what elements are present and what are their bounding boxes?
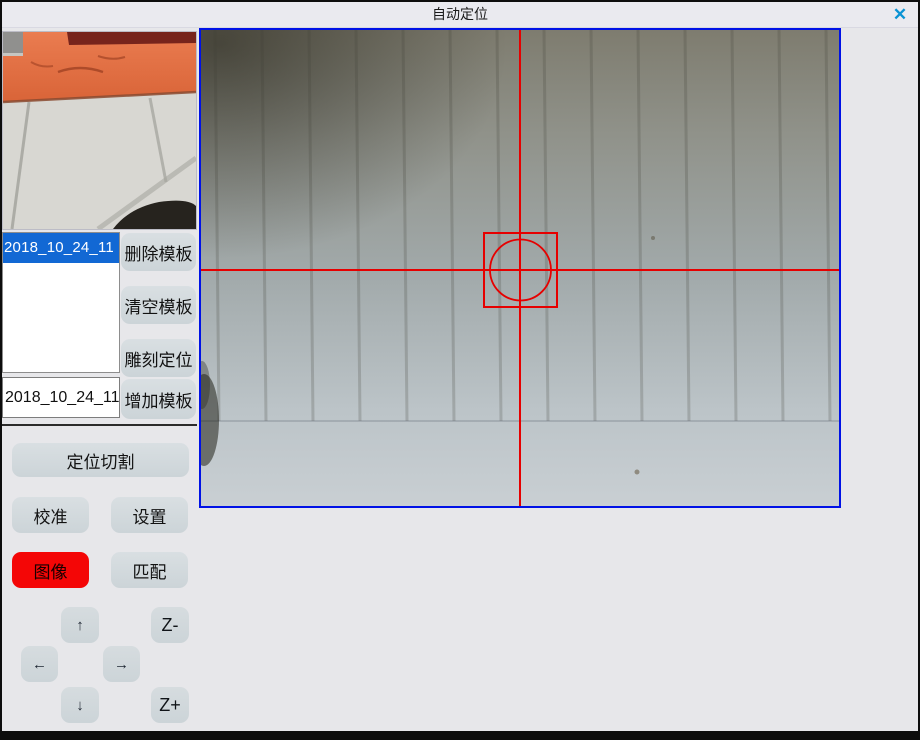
jog-up-button[interactable]: ↑ <box>61 607 99 643</box>
calibrate-button[interactable]: 校准 <box>12 497 89 533</box>
window-title: 自动定位 <box>2 2 918 28</box>
auto-locate-window: 自动定位 ✕ <box>0 0 920 740</box>
match-button[interactable]: 匹配 <box>111 552 188 588</box>
jog-down-button[interactable]: ↓ <box>61 687 99 723</box>
panel-divider <box>2 424 197 426</box>
template-list[interactable]: 2018_10_24_11 <box>2 232 120 373</box>
close-icon[interactable]: ✕ <box>890 5 910 25</box>
image-button-active[interactable]: 图像 <box>12 552 89 588</box>
template-thumbnail <box>2 31 197 230</box>
engrave-locate-button[interactable]: 雕刻定位 <box>121 339 196 377</box>
jog-z-plus-button[interactable]: Z+ <box>151 687 189 723</box>
add-template-button[interactable]: 增加模板 <box>121 379 196 419</box>
clear-templates-button[interactable]: 清空模板 <box>121 286 196 324</box>
jog-left-button[interactable]: ← <box>21 646 58 682</box>
settings-button[interactable]: 设置 <box>111 497 188 533</box>
template-list-item[interactable]: 2018_10_24_11 <box>3 233 119 263</box>
template-name-input[interactable] <box>2 377 120 418</box>
camera-view[interactable] <box>199 28 841 508</box>
titlebar: 自动定位 ✕ <box>2 2 918 28</box>
template-thumbnail-image <box>3 32 196 229</box>
jog-right-button[interactable]: → <box>103 646 140 682</box>
jog-z-minus-button[interactable]: Z- <box>151 607 189 643</box>
locate-cut-button[interactable]: 定位切割 <box>12 443 189 477</box>
delete-template-button[interactable]: 删除模板 <box>121 233 196 271</box>
camera-feed-image <box>201 30 839 506</box>
